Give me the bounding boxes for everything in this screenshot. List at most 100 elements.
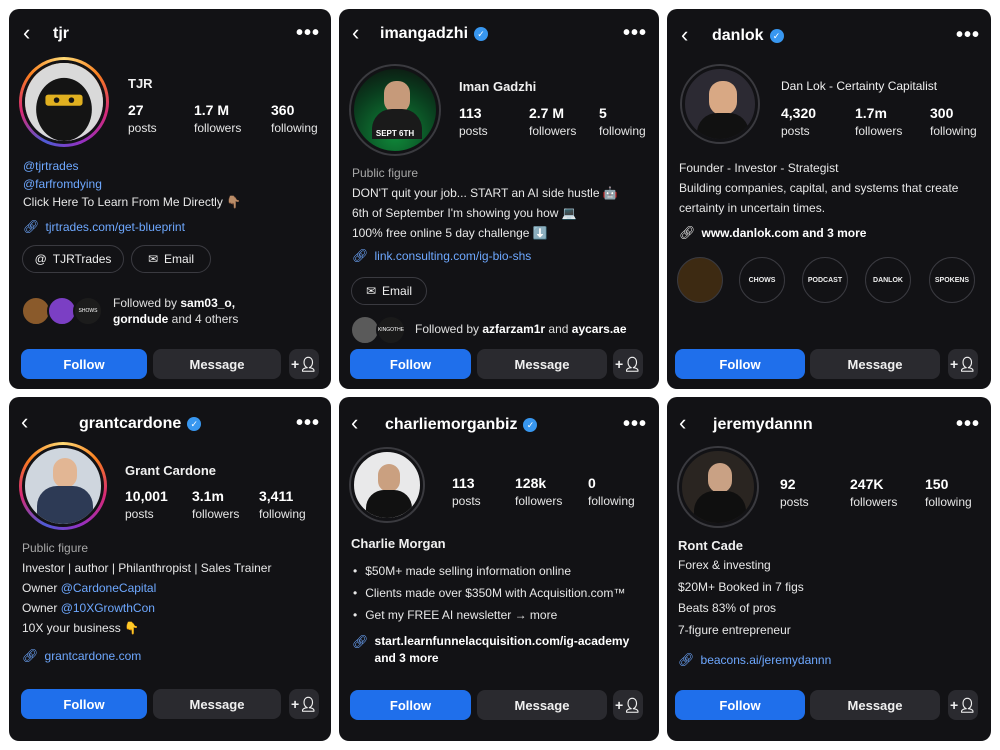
more-options-icon[interactable]: ••• xyxy=(623,23,647,43)
mail-icon: ✉ xyxy=(365,284,377,298)
bio: Forex & investing $20M+ Booked in 7 figs… xyxy=(678,555,804,641)
stat-followers[interactable]: 247K followers xyxy=(850,476,897,509)
follow-button[interactable]: Follow xyxy=(675,349,805,379)
avatar[interactable] xyxy=(349,447,425,523)
bio-mention[interactable]: @CardoneCapital xyxy=(61,581,157,595)
stat-followers[interactable]: 128k followers xyxy=(515,475,562,508)
message-button[interactable]: Message xyxy=(153,349,281,379)
add-user-icon[interactable]: +👤︎ xyxy=(289,349,319,379)
more-options-icon[interactable]: ••• xyxy=(956,25,980,45)
stat-following[interactable]: 0 following xyxy=(588,475,635,508)
stat-followers[interactable]: 1.7 Mfollowers xyxy=(194,102,241,135)
mail-icon: ✉ xyxy=(147,252,159,266)
stat-following[interactable]: 300 following xyxy=(930,105,977,138)
avatar-caption: SEPT 6TH xyxy=(375,129,415,138)
message-button[interactable]: Message xyxy=(477,690,607,720)
portrait-face xyxy=(708,463,732,493)
stat-posts: 10,001 posts xyxy=(125,488,168,521)
link-icon: 🔗︎ xyxy=(352,634,369,649)
username: grantcardone ✓ xyxy=(79,415,202,433)
add-user-icon[interactable]: +👤︎ xyxy=(948,349,978,379)
follow-button[interactable]: Follow xyxy=(350,690,471,720)
stat-followers[interactable]: 2.7 Mfollowers xyxy=(529,105,576,138)
add-user-icon[interactable]: +👤︎ xyxy=(289,689,319,719)
link-icon: 🔗︎ xyxy=(352,248,369,263)
bio-mention[interactable]: @farfromdying xyxy=(23,175,241,193)
story-highlight[interactable]: CHOWS xyxy=(739,257,785,303)
follow-button[interactable]: Follow xyxy=(350,349,471,379)
display-name: Iman Gadzhi xyxy=(459,79,537,94)
stat-followers[interactable]: 1.7m followers xyxy=(855,105,902,138)
username: imangadzhi ✓ xyxy=(380,25,489,43)
username: jeremydannn xyxy=(713,416,813,433)
stat-following[interactable]: 3,411 following xyxy=(259,488,306,521)
followed-by[interactable]: Followed by sam03_o, gorndude and 4 othe… xyxy=(113,295,238,327)
back-arrow-icon[interactable]: ‹ xyxy=(21,411,28,433)
more-options-icon[interactable]: ••• xyxy=(296,413,320,433)
back-arrow-icon[interactable]: ‹ xyxy=(23,22,30,44)
avatar[interactable] xyxy=(19,442,107,530)
follow-button[interactable]: Follow xyxy=(21,349,147,379)
profile-card-imangadzhi: ‹ imangadzhi ✓ ••• SEPT 6TH Iman Gadzhi 1… xyxy=(339,9,659,389)
bio: @tjrtrades @farfromdying Click Here To L… xyxy=(23,157,241,211)
bio-bullet: Get my FREE AI newsletter → more xyxy=(353,604,625,626)
add-user-icon[interactable]: +👤︎ xyxy=(613,349,643,379)
bio-text: certainty in uncertain times. xyxy=(679,201,826,215)
bio-mention[interactable]: @10XGrowthCon xyxy=(61,601,155,615)
bio-text: Building companies, capital, and systems… xyxy=(679,181,959,195)
bio-owner-line: Owner @10XGrowthCon xyxy=(22,601,155,615)
avatar[interactable] xyxy=(19,57,109,147)
back-arrow-icon[interactable]: ‹ xyxy=(681,24,688,46)
story-highlight[interactable]: PODCAST xyxy=(802,257,848,303)
back-arrow-icon[interactable]: ‹ xyxy=(679,412,686,434)
story-highlight[interactable]: DANLOK xyxy=(865,257,911,303)
story-highlight[interactable]: SPOKENS xyxy=(929,257,975,303)
add-user-icon[interactable]: +👤︎ xyxy=(948,690,978,720)
bio-bullet: Clients made over $350M with Acquisition… xyxy=(353,582,625,604)
follow-button[interactable]: Follow xyxy=(675,690,805,720)
bio-link[interactable]: 🔗︎ www.danlok.com and 3 more xyxy=(679,224,866,242)
stat-following[interactable]: 360 following xyxy=(271,102,318,135)
bio-text: Click Here To Learn From Me Directly 👇🏽 xyxy=(23,195,242,209)
followed-by[interactable]: Followed by azfarzam1r and aycars.ae xyxy=(415,321,627,337)
avatar[interactable]: SEPT 6TH xyxy=(349,64,441,156)
story-highlight[interactable] xyxy=(677,257,723,303)
email-button[interactable]: ✉ Email xyxy=(351,277,427,305)
follow-button[interactable]: Follow xyxy=(21,689,147,719)
stat-followers[interactable]: 3.1m followers xyxy=(192,488,239,521)
bio-link[interactable]: 🔗︎ link.consulting.com/ig-bio-shs xyxy=(352,247,531,265)
verified-badge-icon: ✓ xyxy=(523,418,538,432)
bio-text: Founder - Investor - Strategist xyxy=(679,161,839,175)
email-button[interactable]: ✉ Email xyxy=(131,245,211,273)
more-options-icon[interactable]: ••• xyxy=(623,414,647,434)
message-button[interactable]: Message xyxy=(477,349,607,379)
stat-following[interactable]: 5 following xyxy=(599,105,646,138)
bio-mention[interactable]: @tjrtrades xyxy=(23,157,241,175)
category: Public figure xyxy=(22,541,89,555)
bio-text: $20M+ Booked in 7 figs xyxy=(678,579,804,594)
bio-link[interactable]: 🔗︎ grantcardone.com xyxy=(22,647,141,665)
avatar[interactable] xyxy=(677,446,759,528)
message-button[interactable]: Message xyxy=(153,689,281,719)
verified-badge-icon: ✓ xyxy=(474,27,489,41)
more-options-icon[interactable]: ••• xyxy=(296,23,320,43)
back-arrow-icon[interactable]: ‹ xyxy=(351,412,358,434)
bio-link[interactable]: 🔗︎ tjrtrades.com/get-blueprint xyxy=(23,218,185,236)
display-name: Dan Lok - Certainty Capitalist xyxy=(781,79,938,93)
message-button[interactable]: Message xyxy=(810,690,940,720)
bio-link[interactable]: 🔗︎ start.learnfunnelacquisition.com/ig-ac… xyxy=(352,633,629,667)
threads-button[interactable]: @ TJRTrades xyxy=(22,245,124,273)
stat-following[interactable]: 150 following xyxy=(925,476,972,509)
avatar[interactable] xyxy=(680,64,760,144)
display-name: Ront Cade xyxy=(678,538,743,553)
add-user-icon[interactable]: +👤︎ xyxy=(613,690,643,720)
bio-bullet: $50M+ made selling information online xyxy=(353,560,625,582)
bio-link[interactable]: 🔗︎ beacons.ai/jeremydannn xyxy=(678,651,831,669)
stat-posts: 92 posts xyxy=(780,476,809,509)
username: tjr xyxy=(53,25,69,42)
more-options-icon[interactable]: ••• xyxy=(956,414,980,434)
bio: Public figure DON'T quit your job... STA… xyxy=(352,163,618,243)
stat-posts: 113 posts xyxy=(452,475,481,508)
back-arrow-icon[interactable]: ‹ xyxy=(352,22,359,44)
message-button[interactable]: Message xyxy=(810,349,940,379)
